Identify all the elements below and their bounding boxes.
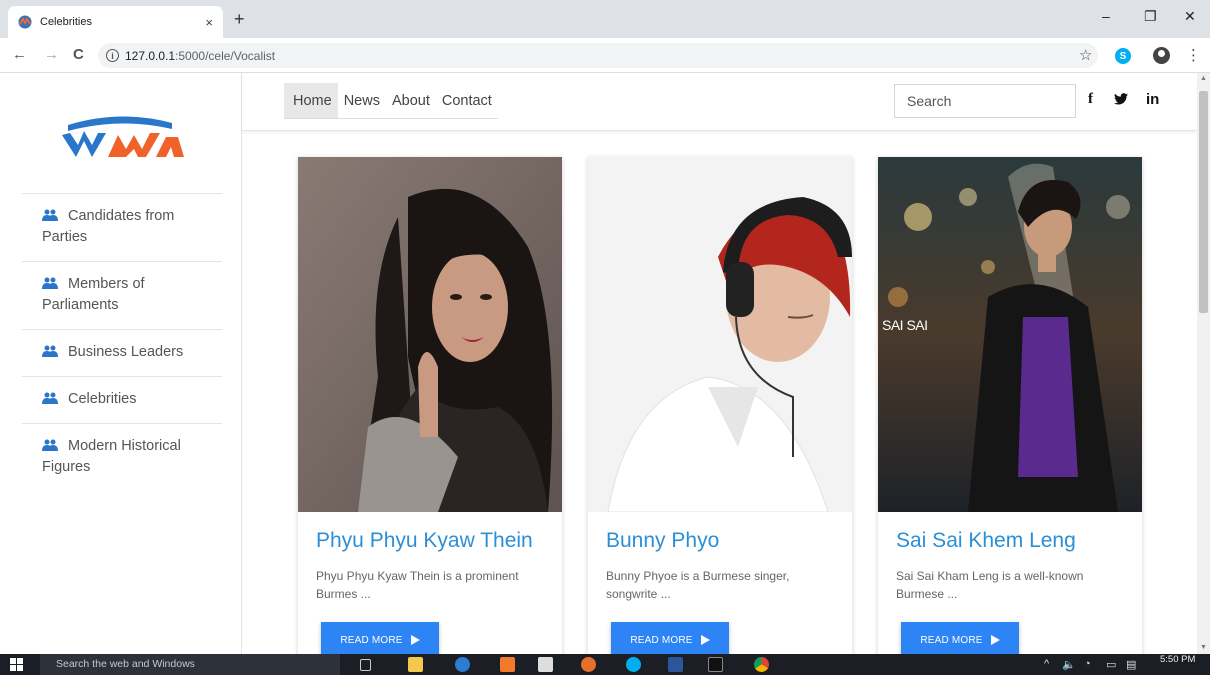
skype-icon[interactable] (626, 657, 641, 672)
back-icon[interactable]: ← (12, 46, 27, 63)
sidebar-item-label: Modern Historical Figures (42, 438, 181, 475)
browser-tabstrip: Celebrities × + – ❐ ✕ (0, 0, 1210, 38)
nav-news[interactable]: News (338, 83, 386, 118)
card-title[interactable]: Phyu Phyu Kyaw Thein (316, 529, 533, 553)
photo-overlay-text: SAI SAI (882, 317, 928, 333)
portrait-photo-1 (298, 157, 562, 512)
restore-icon[interactable]: ❐ (1144, 8, 1157, 25)
card-description: Phyu Phyu Kyaw Thein is a prominent Burm… (316, 569, 519, 601)
nav-home[interactable]: Home (284, 83, 338, 118)
card-photo[interactable] (298, 157, 562, 512)
users-icon (42, 439, 58, 451)
wifi-icon[interactable]: ◔ (1084, 658, 1091, 670)
celebrity-card: Bunny Phyo Bunny Phyoe is a Burmese sing… (588, 157, 852, 654)
firefox-icon[interactable] (581, 657, 596, 672)
word-icon[interactable] (668, 657, 683, 672)
browser-tab[interactable]: Celebrities × (8, 6, 223, 38)
sidebar-item-candidates[interactable]: Candidates from Parties (22, 193, 222, 261)
clock-time: 5:50 PM (1160, 654, 1196, 665)
sidebar: Candidates from Parties Members of Parli… (0, 73, 242, 654)
card-title[interactable]: Sai Sai Khem Leng (896, 529, 1076, 553)
taskbar-search[interactable]: Search the web and Windows (40, 654, 340, 675)
tab-close-icon[interactable]: × (205, 15, 213, 30)
info-icon[interactable]: i (106, 49, 119, 62)
search-input[interactable] (894, 84, 1076, 118)
celebrity-card: SAI SAI Sai Sai Khem Leng Sai Sai Kham L… (878, 157, 1142, 654)
portrait-photo-3 (878, 157, 1142, 512)
minimize-icon[interactable]: – (1102, 8, 1110, 24)
url-field[interactable]: i 127.0.0.1 :5000/cele/Vocalist (98, 43, 1098, 68)
store-icon[interactable] (538, 657, 553, 672)
sidebar-item-label: Business Leaders (68, 344, 184, 360)
card-title[interactable]: Bunny Phyo (606, 529, 719, 553)
task-view-icon[interactable] (360, 659, 371, 671)
address-bar: ← → C i 127.0.0.1 :5000/cele/Vocalist ☆ … (0, 38, 1210, 73)
url-path: :5000/cele/Vocalist (175, 48, 276, 63)
taskbar-clock[interactable]: 5:50 PM (1160, 655, 1195, 665)
celebrity-card: Phyu Phyu Kyaw Thein Phyu Phyu Kyaw Thei… (298, 157, 562, 654)
card-photo[interactable] (588, 157, 852, 512)
site-favicon-icon (18, 15, 32, 29)
top-navbar: Home News About Contact f in (242, 73, 1197, 131)
users-icon (42, 345, 58, 357)
play-arrow-icon (990, 635, 1000, 645)
card-description: Sai Sai Kham Leng is a well-known Burmes… (896, 569, 1084, 601)
facebook-icon[interactable]: f (1088, 91, 1093, 108)
tray-chevron-icon[interactable]: ^ (1044, 658, 1049, 670)
nav-about[interactable]: About (386, 83, 436, 118)
read-more-label: READ MORE (630, 634, 693, 646)
read-more-button[interactable]: READ MORE (901, 622, 1019, 654)
play-arrow-icon (410, 635, 420, 645)
scroll-up-icon[interactable]: ▲ (1200, 75, 1207, 82)
read-more-label: READ MORE (920, 634, 983, 646)
page-scrollbar[interactable]: ▲ ▼ (1197, 73, 1210, 654)
users-icon (42, 392, 58, 404)
new-tab-icon[interactable]: + (234, 10, 245, 28)
window-close-icon[interactable]: ✕ (1184, 8, 1196, 25)
card-photo[interactable]: SAI SAI (878, 157, 1142, 512)
scroll-thumb[interactable] (1199, 91, 1208, 313)
sidebar-item-label: Candidates from Parties (42, 208, 175, 245)
page-viewport: Candidates from Parties Members of Parli… (0, 73, 1197, 654)
sidebar-item-celebrities[interactable]: Celebrities (22, 376, 222, 423)
chrome-icon[interactable] (754, 657, 769, 672)
linkedin-icon[interactable]: in (1146, 91, 1159, 108)
bookmark-star-icon[interactable]: ☆ (1079, 46, 1092, 64)
notifications-icon[interactable]: ▤ (1126, 658, 1136, 671)
browser-menu-icon[interactable]: ⋮ (1186, 46, 1201, 64)
windows-start-icon[interactable] (10, 658, 23, 671)
read-more-label: READ MORE (340, 634, 403, 646)
sidebar-item-historical[interactable]: Modern Historical Figures (22, 423, 222, 491)
sidebar-nav: Candidates from Parties Members of Parli… (22, 193, 222, 491)
forward-icon[interactable]: → (44, 46, 59, 63)
read-more-button[interactable]: READ MORE (321, 622, 439, 654)
keyboard-icon[interactable]: ▭ (1106, 658, 1116, 671)
sidebar-item-label: Celebrities (68, 391, 137, 407)
skype-extension-icon[interactable]: S (1115, 48, 1131, 64)
windows-taskbar: Search the web and Windows ^ 🔈 ◔ ▭ ▤ 5:5… (0, 654, 1210, 675)
scroll-down-icon[interactable]: ▼ (1200, 644, 1207, 651)
card-description: Bunny Phyoe is a Burmese singer, songwri… (606, 569, 790, 601)
site-logo[interactable] (60, 107, 188, 159)
main-menu: Home News About Contact (284, 83, 498, 119)
url-host: 127.0.0.1 (125, 48, 176, 63)
users-icon (42, 209, 58, 221)
read-more-button[interactable]: READ MORE (611, 622, 729, 654)
sidebar-item-parliament[interactable]: Members of Parliaments (22, 261, 222, 329)
terminal-icon[interactable] (708, 657, 723, 672)
profile-icon[interactable] (1153, 47, 1170, 64)
volume-icon[interactable]: 🔈 (1062, 658, 1076, 671)
file-explorer-icon[interactable] (408, 657, 423, 672)
portrait-photo-2 (588, 157, 852, 512)
play-arrow-icon (700, 635, 710, 645)
edge-icon[interactable] (455, 657, 470, 672)
users-icon (42, 277, 58, 289)
reload-icon[interactable]: C (73, 46, 84, 63)
twitter-icon[interactable] (1114, 93, 1128, 105)
xampp-icon[interactable] (500, 657, 515, 672)
nav-contact[interactable]: Contact (436, 83, 498, 118)
tab-title: Celebrities (40, 16, 92, 28)
sidebar-item-business[interactable]: Business Leaders (22, 329, 222, 376)
